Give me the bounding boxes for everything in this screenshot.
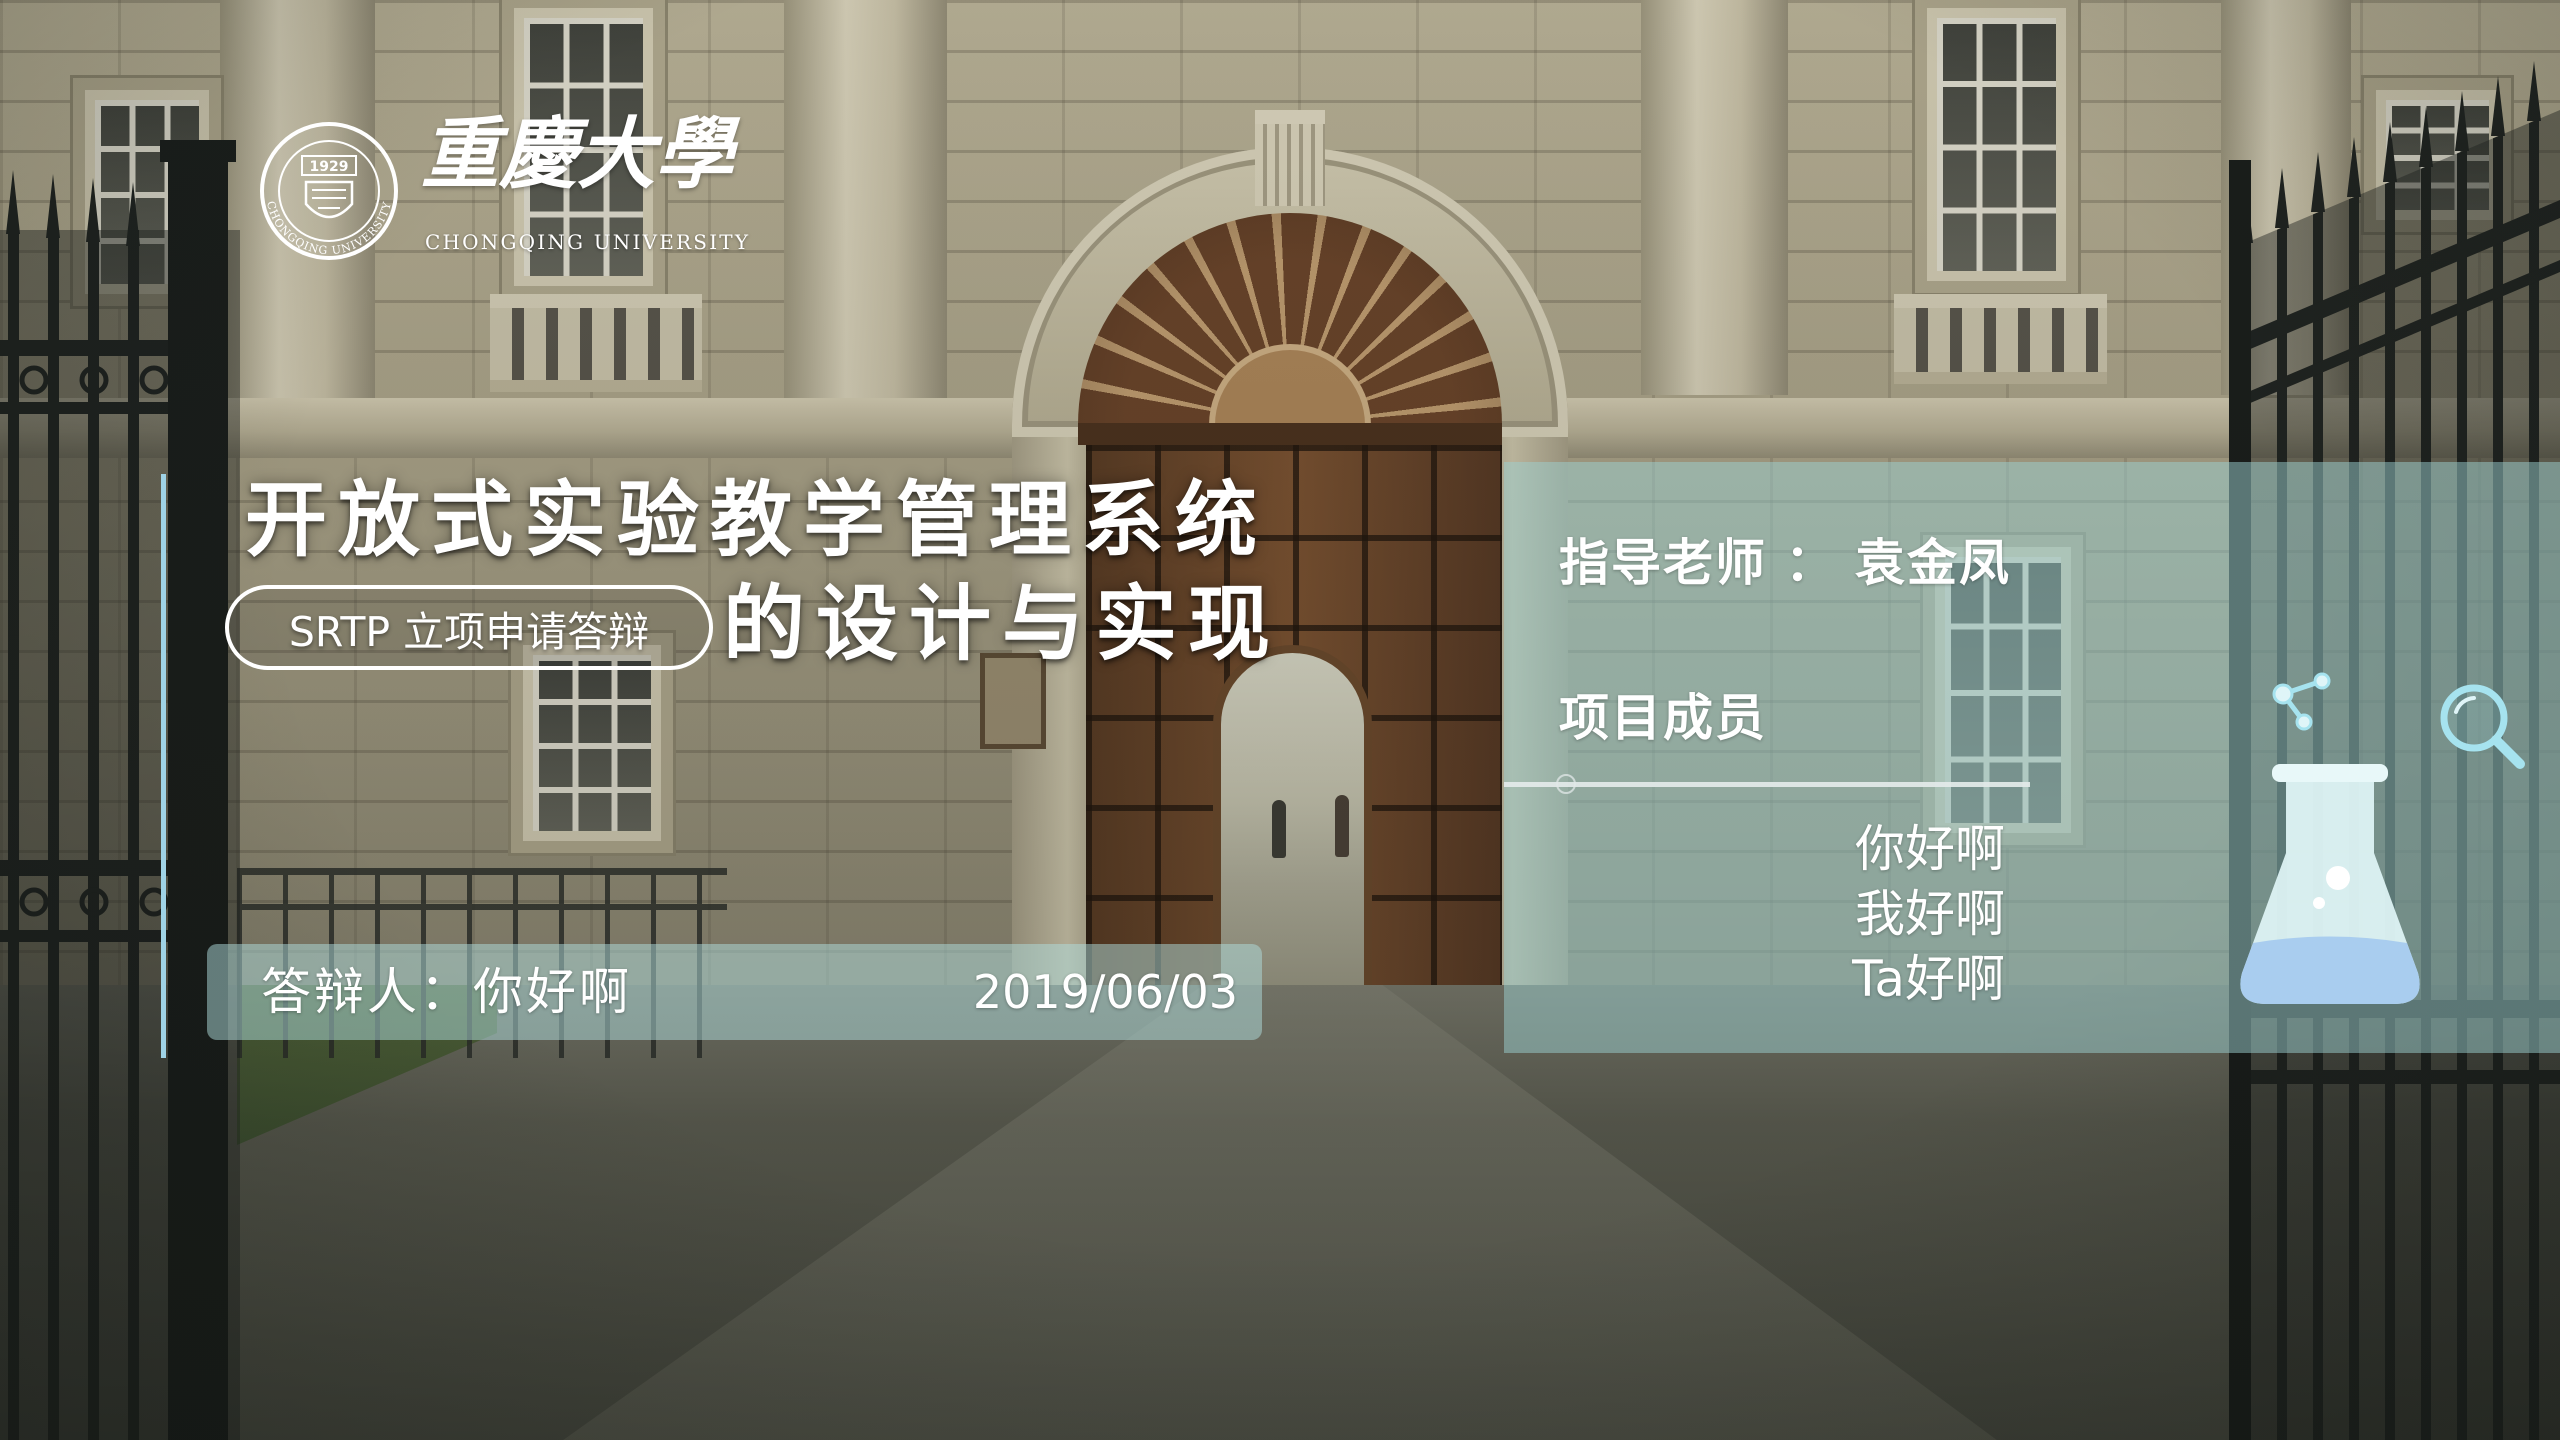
flask-icon bbox=[2240, 764, 2420, 1004]
defense-tag-pill: SRTP 立项申请答辩 bbox=[225, 585, 713, 670]
advisor-separator: ： bbox=[1785, 534, 1837, 592]
members-divider bbox=[1504, 782, 2030, 787]
presenter-label: 答辩人：你好啊 bbox=[261, 963, 632, 1021]
title-line-2: 的设计与实现 bbox=[723, 577, 1282, 672]
presenter-bar: 答辩人：你好啊 2019/06/03 bbox=[207, 944, 1262, 1040]
presentation-date: 2019/06/03 bbox=[972, 965, 1238, 1019]
advisor-label: 指导老师 bbox=[1559, 534, 1767, 592]
members-label: 项目成员 bbox=[1559, 689, 1767, 747]
university-name-en: CHONGQING UNIVERSITY bbox=[425, 230, 751, 254]
advisor-row: 指导老师：袁金凤 bbox=[1559, 538, 2011, 588]
member-name: 我好啊 bbox=[1855, 885, 2005, 943]
defense-tag-label: SRTP 立项申请答辩 bbox=[288, 607, 650, 656]
seal-year: 1929 bbox=[310, 159, 349, 175]
advisor-name: 袁金凤 bbox=[1855, 534, 2011, 592]
magnifier-icon bbox=[2440, 684, 2525, 769]
member-name: Ta好啊 bbox=[1852, 950, 2005, 1008]
university-name-cn: 重慶大學 bbox=[421, 109, 734, 200]
accent-line bbox=[161, 474, 166, 1058]
members-list: 你好啊 我好啊 Ta好啊 bbox=[1504, 817, 2005, 1012]
molecule-icon bbox=[2272, 672, 2331, 731]
divider-node bbox=[1556, 774, 1576, 794]
title-line-1: 开放式实验教学管理系统 bbox=[245, 473, 1269, 568]
university-seal-icon: 1929 CHONGQING UNIVERSITY bbox=[260, 122, 398, 260]
member-name: 你好啊 bbox=[1855, 820, 2005, 878]
